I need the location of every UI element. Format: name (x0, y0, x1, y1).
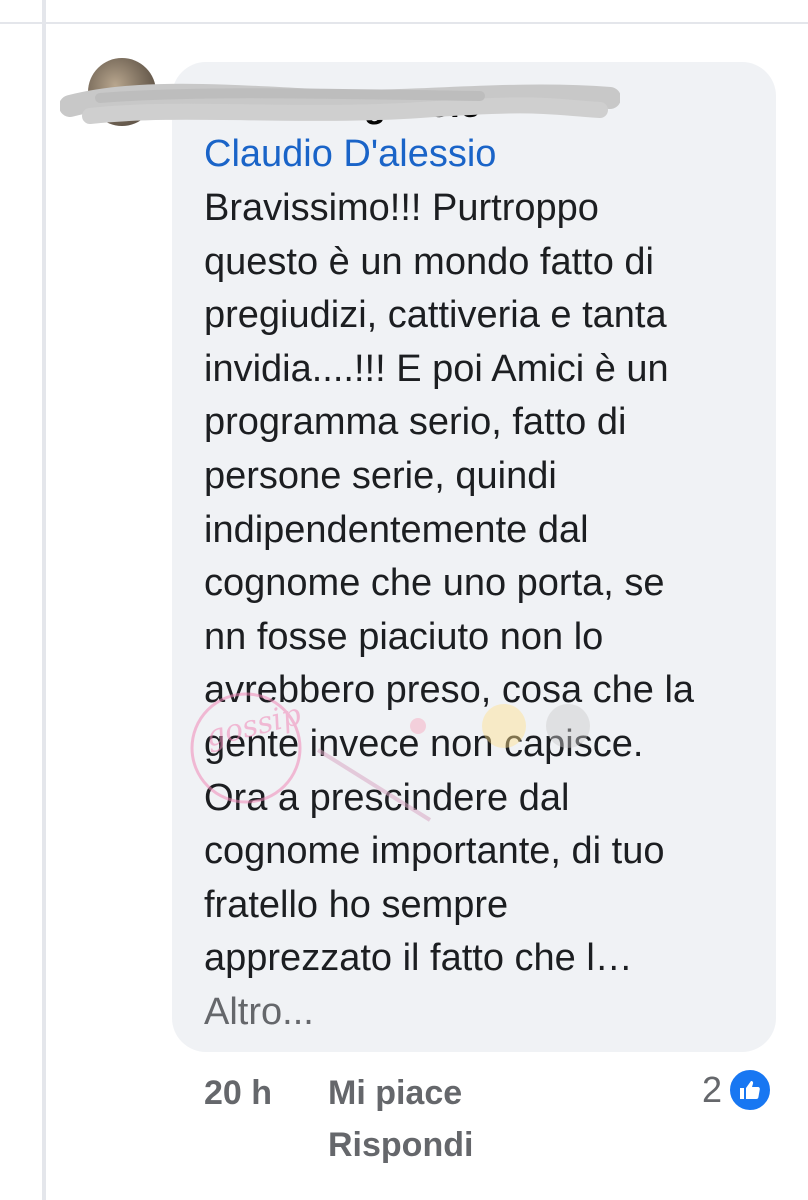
timestamp[interactable]: 20 h (204, 1074, 272, 1113)
comment-text: Bravissimo!!! Purtroppo questo è un mond… (204, 182, 764, 986)
thumbs-up-icon (728, 1068, 773, 1112)
reaction-count: 2 (702, 1069, 723, 1110)
comment-line: indipendentemente dal (204, 508, 589, 551)
comment-line: persone serie, quindi (204, 454, 557, 497)
comment-line: fratello ho sempre (204, 883, 509, 926)
comment-line: cognome importante, di tuo (204, 830, 665, 873)
redaction-scribble (60, 83, 620, 124)
comment-line: apprezzato il fatto che l… (204, 937, 633, 980)
comment-line: Ora a prescindere dal (204, 776, 570, 819)
comment-line: cognome che uno porta, se (204, 562, 665, 605)
comment-line: gente invece non capisce. (204, 722, 644, 765)
comment-line: nn fosse piaciuto non lo (204, 615, 604, 658)
comment-line: questo è un mondo fatto di (204, 240, 654, 283)
comment-line: programma serio, fatto di (204, 401, 627, 444)
mention-link[interactable]: Claudio D'alessio (204, 128, 496, 180)
see-more-link[interactable]: Altro... (204, 986, 314, 1038)
like-button[interactable]: Mi piace (328, 1074, 462, 1113)
reply-button[interactable]: Rispondi (328, 1126, 473, 1165)
top-divider (0, 22, 808, 24)
comment-line: avrebbero preso, cosa che la (204, 669, 695, 712)
comment-line: Bravissimo!!! Purtroppo (204, 187, 599, 229)
comment-line: invidia....!!! E poi Amici è un (204, 347, 669, 390)
reaction-summary[interactable]: 2 (702, 1068, 773, 1112)
comment-line: pregiudizi, cattiveria e tanta (204, 294, 667, 337)
thread-line (42, 0, 46, 1200)
comment-actions: 20 h Mi piace Rispondi 2 (0, 1068, 808, 1188)
comment-thread: Vi… Ro…gnuolo Claudio D'alessio Bravissi… (0, 0, 808, 1200)
